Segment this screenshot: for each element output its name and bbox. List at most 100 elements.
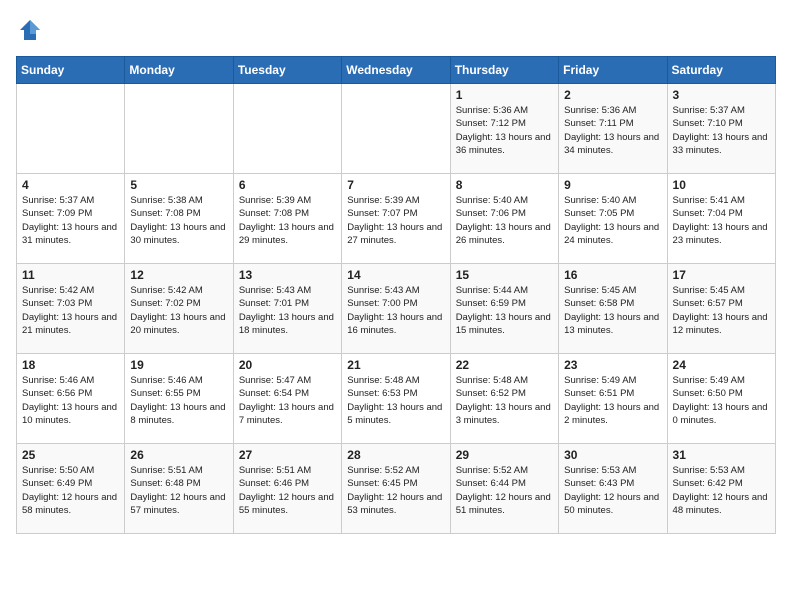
day-cell bbox=[125, 84, 233, 174]
day-info: Sunrise: 5:49 AMSunset: 6:50 PMDaylight:… bbox=[673, 374, 770, 427]
day-info: Sunrise: 5:53 AMSunset: 6:43 PMDaylight:… bbox=[564, 464, 661, 517]
day-info: Sunrise: 5:43 AMSunset: 7:01 PMDaylight:… bbox=[239, 284, 336, 337]
day-info: Sunrise: 5:37 AMSunset: 7:10 PMDaylight:… bbox=[673, 104, 770, 157]
day-cell: 14Sunrise: 5:43 AMSunset: 7:00 PMDayligh… bbox=[342, 264, 450, 354]
day-number: 29 bbox=[456, 448, 553, 462]
day-number: 12 bbox=[130, 268, 227, 282]
day-info: Sunrise: 5:49 AMSunset: 6:51 PMDaylight:… bbox=[564, 374, 661, 427]
day-number: 20 bbox=[239, 358, 336, 372]
day-info: Sunrise: 5:48 AMSunset: 6:52 PMDaylight:… bbox=[456, 374, 553, 427]
day-info: Sunrise: 5:39 AMSunset: 7:08 PMDaylight:… bbox=[239, 194, 336, 247]
day-cell: 15 Sunrise: 5:44 AMSunset: 6:59 PMDayligh… bbox=[450, 264, 558, 354]
day-number: 18 bbox=[22, 358, 119, 372]
day-number: 15 bbox=[456, 268, 553, 282]
day-info: Sunrise: 5:44 AMSunset: 6:59 PMDaylight:… bbox=[456, 284, 553, 337]
day-info: Sunrise: 5:50 AMSunset: 6:49 PMDaylight:… bbox=[22, 464, 119, 517]
day-info: Sunrise: 5:46 AMSunset: 6:56 PMDaylight:… bbox=[22, 374, 119, 427]
day-number: 26 bbox=[130, 448, 227, 462]
column-header-saturday: Saturday bbox=[667, 57, 775, 84]
day-info: Sunrise: 5:39 AMSunset: 7:07 PMDaylight:… bbox=[347, 194, 444, 247]
day-cell: 22 Sunrise: 5:48 AMSunset: 6:52 PMDayligh… bbox=[450, 354, 558, 444]
logo-icon bbox=[16, 16, 44, 44]
day-number: 28 bbox=[347, 448, 444, 462]
day-cell: 8Sunrise: 5:40 AMSunset: 7:06 PMDaylight… bbox=[450, 174, 558, 264]
day-number: 19 bbox=[130, 358, 227, 372]
day-cell: 2 Sunrise: 5:36 AMSunset: 7:11 PMDaylight… bbox=[559, 84, 667, 174]
day-info: Sunrise: 5:36 AMSunset: 7:12 PMDaylight:… bbox=[456, 104, 553, 157]
day-info: Sunrise: 5:52 AMSunset: 6:44 PMDaylight:… bbox=[456, 464, 553, 517]
header-row: SundayMondayTuesdayWednesdayThursdayFrid… bbox=[17, 57, 776, 84]
day-cell: 23 Sunrise: 5:49 AMSunset: 6:51 PMDayligh… bbox=[559, 354, 667, 444]
day-number: 9 bbox=[564, 178, 661, 192]
day-info: Sunrise: 5:45 AMSunset: 6:58 PMDaylight:… bbox=[564, 284, 661, 337]
day-info: Sunrise: 5:46 AMSunset: 6:55 PMDaylight:… bbox=[130, 374, 227, 427]
day-info: Sunrise: 5:40 AMSunset: 7:05 PMDaylight:… bbox=[564, 194, 661, 247]
day-info: Sunrise: 5:41 AMSunset: 7:04 PMDaylight:… bbox=[673, 194, 770, 247]
day-cell: 13 Sunrise: 5:43 AMSunset: 7:01 PMDayligh… bbox=[233, 264, 341, 354]
day-number: 10 bbox=[673, 178, 770, 192]
week-row: 11Sunrise: 5:42 AMSunset: 7:03 PMDayligh… bbox=[17, 264, 776, 354]
day-cell: 26 Sunrise: 5:51 AMSunset: 6:48 PMDayligh… bbox=[125, 444, 233, 534]
day-number: 24 bbox=[673, 358, 770, 372]
column-header-sunday: Sunday bbox=[17, 57, 125, 84]
week-row: 1 Sunrise: 5:36 AMSunset: 7:12 PMDaylight… bbox=[17, 84, 776, 174]
day-number: 6 bbox=[239, 178, 336, 192]
day-info: Sunrise: 5:36 AMSunset: 7:11 PMDaylight:… bbox=[564, 104, 661, 157]
week-row: 4Sunrise: 5:37 AMSunset: 7:09 PMDaylight… bbox=[17, 174, 776, 264]
day-number: 17 bbox=[673, 268, 770, 282]
day-cell: 12 Sunrise: 5:42 AMSunset: 7:02 PMDayligh… bbox=[125, 264, 233, 354]
calendar-table: SundayMondayTuesdayWednesdayThursdayFrid… bbox=[16, 56, 776, 534]
day-info: Sunrise: 5:53 AMSunset: 6:42 PMDaylight:… bbox=[673, 464, 770, 517]
week-row: 18 Sunrise: 5:46 AMSunset: 6:56 PMDayligh… bbox=[17, 354, 776, 444]
day-cell: 5 Sunrise: 5:38 AMSunset: 7:08 PMDaylight… bbox=[125, 174, 233, 264]
day-cell: 31 Sunrise: 5:53 AMSunset: 6:42 PMDayligh… bbox=[667, 444, 775, 534]
day-info: Sunrise: 5:42 AMSunset: 7:02 PMDaylight:… bbox=[130, 284, 227, 337]
column-header-wednesday: Wednesday bbox=[342, 57, 450, 84]
day-info: Sunrise: 5:51 AMSunset: 6:48 PMDaylight:… bbox=[130, 464, 227, 517]
header bbox=[16, 16, 776, 44]
day-number: 3 bbox=[673, 88, 770, 102]
day-cell: 28 Sunrise: 5:52 AMSunset: 6:45 PMDayligh… bbox=[342, 444, 450, 534]
day-number: 23 bbox=[564, 358, 661, 372]
day-cell: 6 Sunrise: 5:39 AMSunset: 7:08 PMDaylight… bbox=[233, 174, 341, 264]
day-cell: 1 Sunrise: 5:36 AMSunset: 7:12 PMDaylight… bbox=[450, 84, 558, 174]
day-number: 14 bbox=[347, 268, 444, 282]
day-number: 31 bbox=[673, 448, 770, 462]
day-number: 8 bbox=[456, 178, 553, 192]
day-number: 27 bbox=[239, 448, 336, 462]
day-cell bbox=[342, 84, 450, 174]
day-number: 16 bbox=[564, 268, 661, 282]
day-cell: 16 Sunrise: 5:45 AMSunset: 6:58 PMDayligh… bbox=[559, 264, 667, 354]
day-info: Sunrise: 5:52 AMSunset: 6:45 PMDaylight:… bbox=[347, 464, 444, 517]
day-number: 2 bbox=[564, 88, 661, 102]
day-cell: 29 Sunrise: 5:52 AMSunset: 6:44 PMDayligh… bbox=[450, 444, 558, 534]
day-number: 25 bbox=[22, 448, 119, 462]
day-cell: 20Sunrise: 5:47 AMSunset: 6:54 PMDayligh… bbox=[233, 354, 341, 444]
day-number: 30 bbox=[564, 448, 661, 462]
day-info: Sunrise: 5:45 AMSunset: 6:57 PMDaylight:… bbox=[673, 284, 770, 337]
logo bbox=[16, 16, 48, 44]
day-cell: 3 Sunrise: 5:37 AMSunset: 7:10 PMDaylight… bbox=[667, 84, 775, 174]
day-cell: 24 Sunrise: 5:49 AMSunset: 6:50 PMDayligh… bbox=[667, 354, 775, 444]
day-cell bbox=[233, 84, 341, 174]
column-header-monday: Monday bbox=[125, 57, 233, 84]
column-header-friday: Friday bbox=[559, 57, 667, 84]
day-cell: 10 Sunrise: 5:41 AMSunset: 7:04 PMDayligh… bbox=[667, 174, 775, 264]
day-cell: 9 Sunrise: 5:40 AMSunset: 7:05 PMDaylight… bbox=[559, 174, 667, 264]
day-number: 5 bbox=[130, 178, 227, 192]
day-cell: 25 Sunrise: 5:50 AMSunset: 6:49 PMDayligh… bbox=[17, 444, 125, 534]
day-info: Sunrise: 5:38 AMSunset: 7:08 PMDaylight:… bbox=[130, 194, 227, 247]
day-cell: 4Sunrise: 5:37 AMSunset: 7:09 PMDaylight… bbox=[17, 174, 125, 264]
day-number: 13 bbox=[239, 268, 336, 282]
day-number: 4 bbox=[22, 178, 119, 192]
day-cell: 11Sunrise: 5:42 AMSunset: 7:03 PMDayligh… bbox=[17, 264, 125, 354]
day-info: Sunrise: 5:42 AMSunset: 7:03 PMDaylight:… bbox=[22, 284, 119, 337]
day-cell: 19 Sunrise: 5:46 AMSunset: 6:55 PMDayligh… bbox=[125, 354, 233, 444]
column-header-thursday: Thursday bbox=[450, 57, 558, 84]
day-info: Sunrise: 5:48 AMSunset: 6:53 PMDaylight:… bbox=[347, 374, 444, 427]
day-number: 22 bbox=[456, 358, 553, 372]
day-cell: 17 Sunrise: 5:45 AMSunset: 6:57 PMDayligh… bbox=[667, 264, 775, 354]
day-number: 21 bbox=[347, 358, 444, 372]
day-cell bbox=[17, 84, 125, 174]
day-number: 1 bbox=[456, 88, 553, 102]
